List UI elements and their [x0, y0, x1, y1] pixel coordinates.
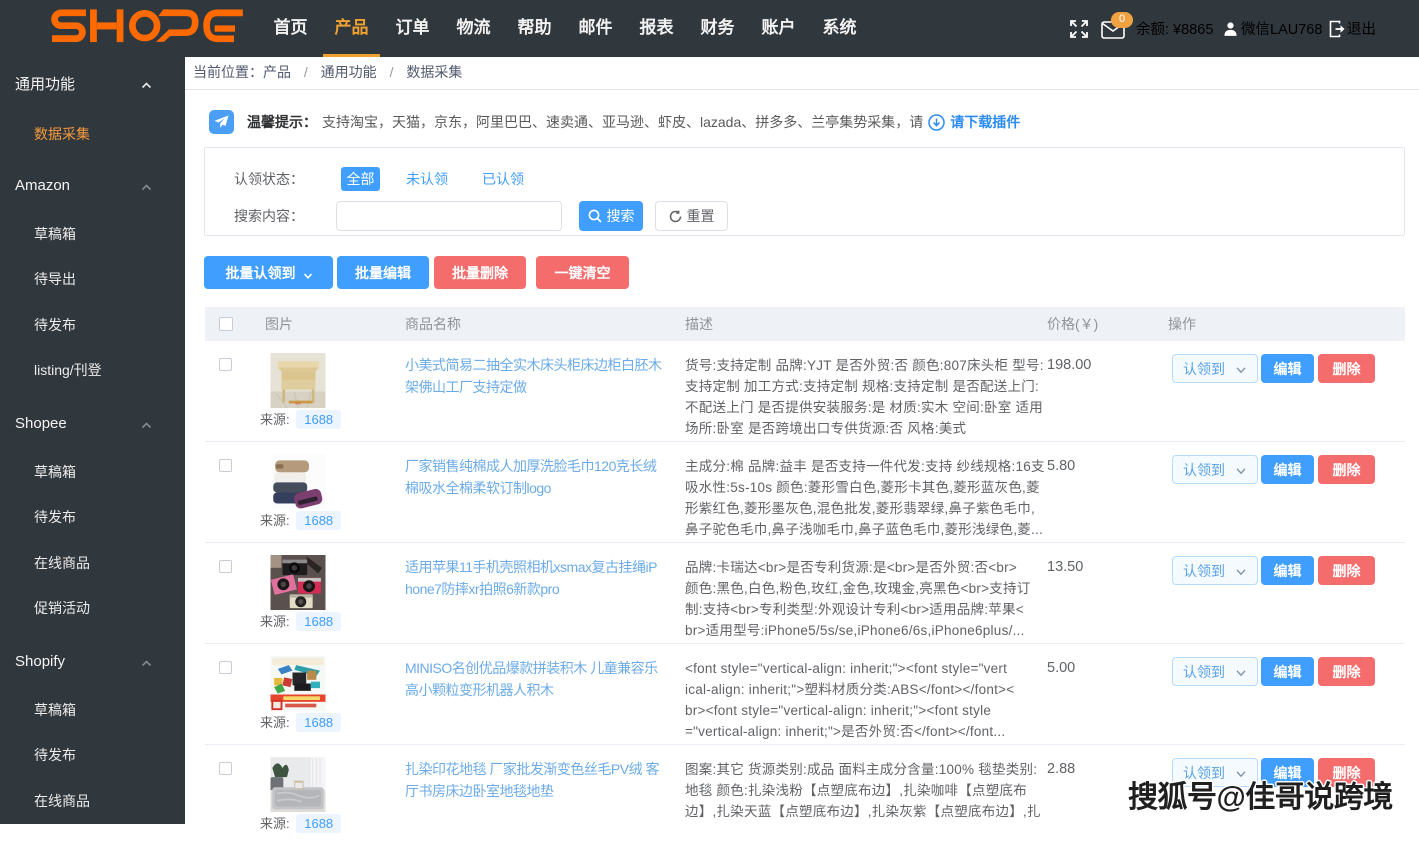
svg-text:xxx: xxx — [295, 401, 301, 405]
